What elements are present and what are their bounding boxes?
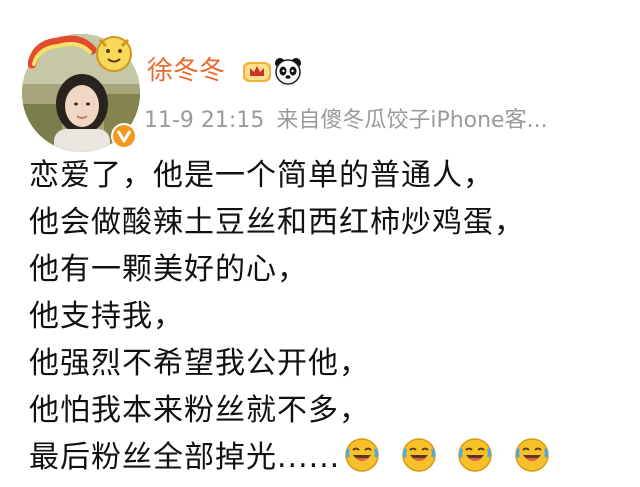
avatar[interactable] [22,34,140,152]
emoji-row [344,437,560,487]
post-line-last: 最后粉丝全部掉光...... [29,434,629,487]
post-line: 他有一颗美好的心， [29,252,308,287]
post-line: 恋爱了，他是一个简单的普通人， [29,158,494,193]
post-line: 他会做酸辣土豆丝和西红柿炒鸡蛋， [29,205,525,240]
laugh-cry-emoji-icon [402,438,436,472]
post-line: 他支持我， [29,299,184,334]
post-line: 他怕我本来粉丝就不多， [29,393,370,428]
post-line: 他强烈不希望我公开他， [29,346,370,381]
post-source[interactable]: 来自傻冬瓜饺子iPhone客... [276,108,547,133]
post-meta: 11-9 21:15 来自傻冬瓜饺子iPhone客... [144,107,548,135]
post-time[interactable]: 11-9 21:15 [144,108,264,133]
crown-badge-icon[interactable] [242,59,272,85]
post-line-text: 最后粉丝全部掉光...... [29,440,341,475]
lucky-sticker-icon [28,35,132,72]
laugh-cry-emoji-icon [458,438,493,472]
laugh-cry-emoji-icon [515,438,549,472]
post-content: 恋爱了，他是一个简单的普通人， 他会做酸辣土豆丝和西红柿炒鸡蛋， 他有一颗美好的… [29,152,629,487]
verified-icon [111,123,137,149]
laugh-cry-emoji-icon [345,438,379,472]
author-name[interactable]: 徐冬冬 [147,56,225,86]
panda-icon[interactable] [273,56,303,86]
